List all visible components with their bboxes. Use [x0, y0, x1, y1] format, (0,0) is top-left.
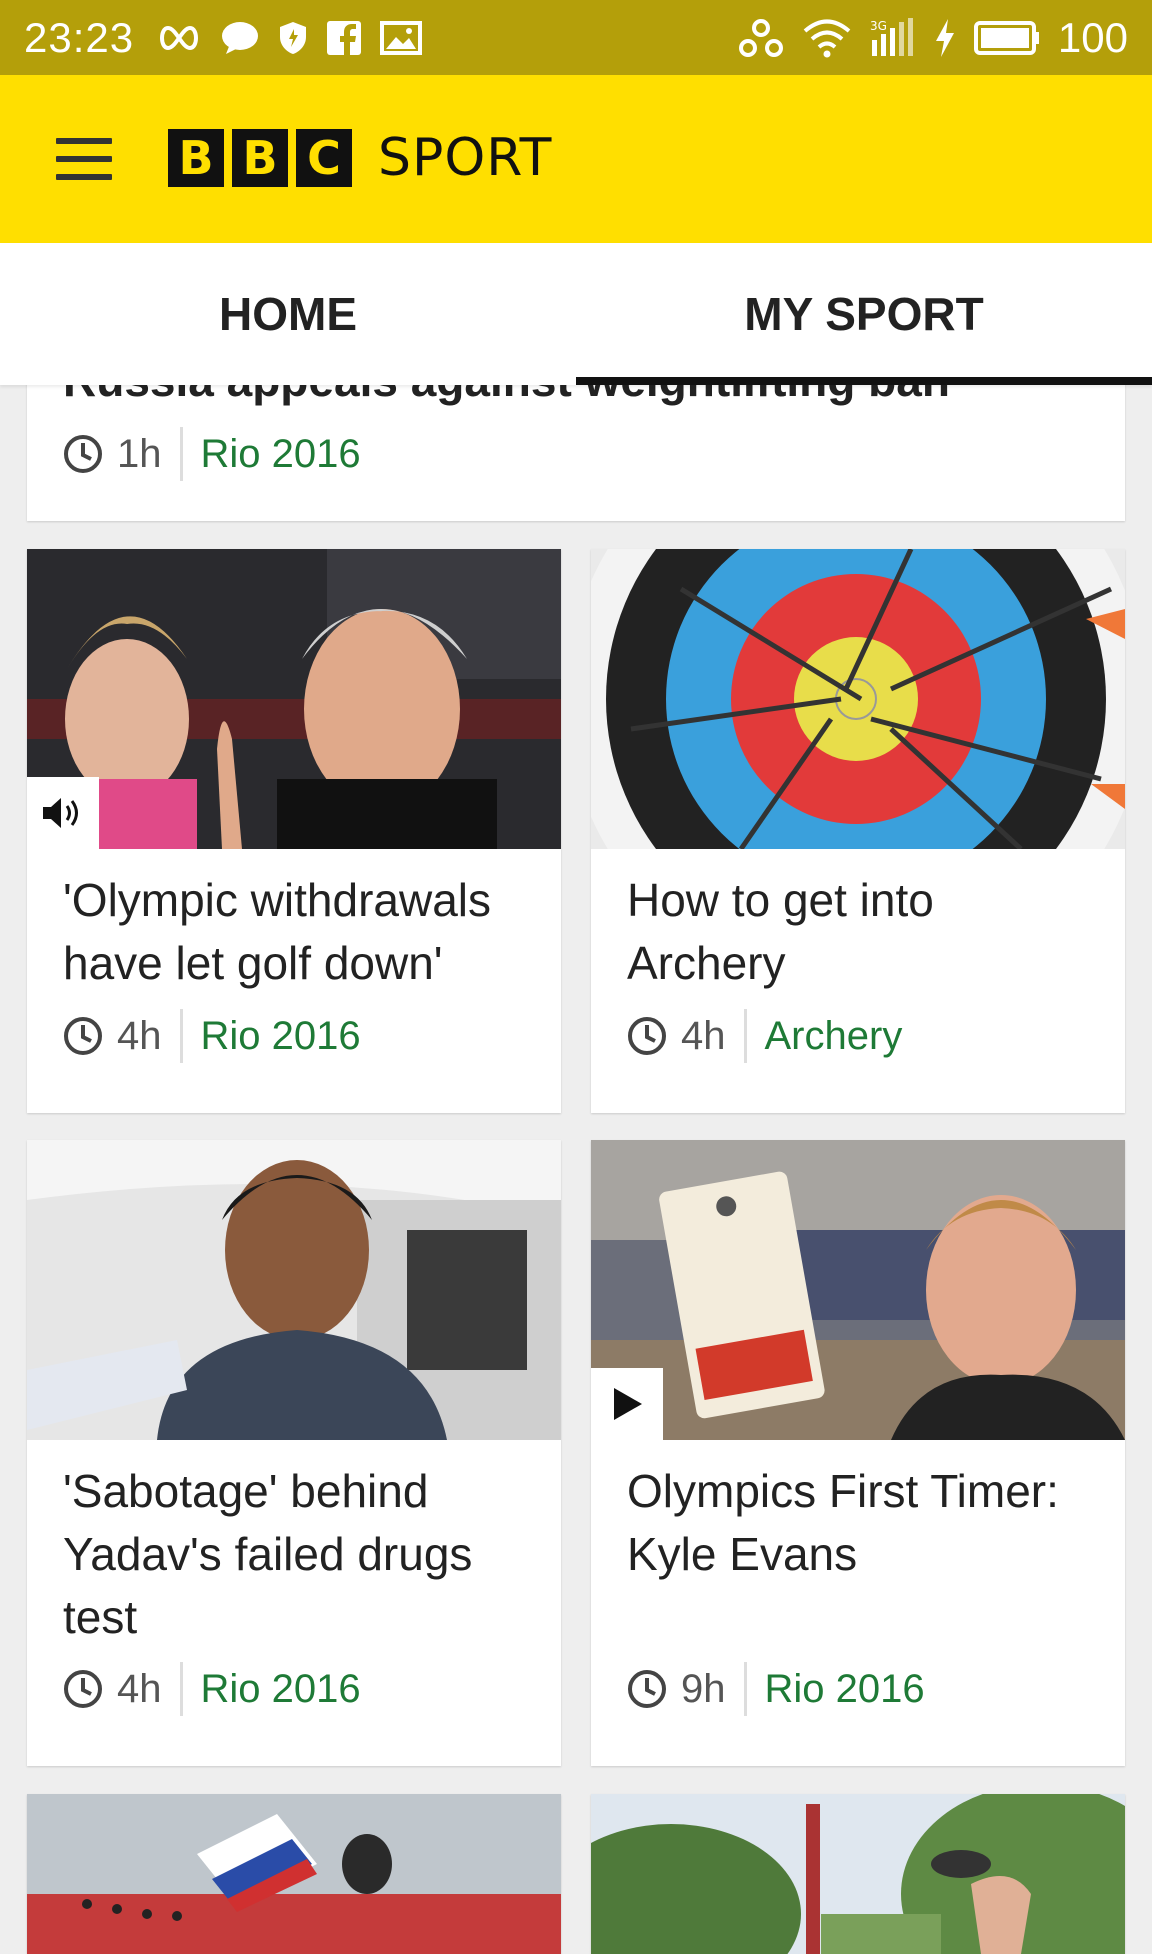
logo-letter: B	[232, 129, 288, 187]
logo-word: SPORT	[378, 128, 553, 188]
story-title: 'Olympic withdrawals have let golf down'	[63, 874, 491, 989]
story-image	[27, 1794, 561, 1954]
tab-bar: HOME MY SPORT	[0, 243, 1152, 385]
story-topic-link[interactable]: Rio 2016	[201, 432, 361, 477]
story-meta: 4h Archery	[627, 1009, 902, 1063]
story-title: Olympics First Timer: Kyle Evans	[627, 1465, 1059, 1580]
logo-letter: B	[168, 129, 224, 187]
clock-icon	[64, 1670, 102, 1708]
logo-letter: C	[296, 129, 352, 187]
story-image	[591, 1794, 1125, 1954]
story-title: How to get into Archery	[627, 874, 934, 989]
story-time: 4h	[117, 1013, 162, 1058]
story-time: 1h	[117, 431, 162, 476]
story-image	[591, 1140, 1125, 1440]
bbc-sport-logo[interactable]: B B C SPORT	[168, 128, 552, 188]
clock-icon	[64, 435, 102, 473]
video-badge	[591, 1368, 663, 1440]
story-meta: 4h Rio 2016	[63, 1009, 361, 1063]
clock-icon	[64, 1017, 102, 1055]
story-meta: 9h Rio 2016	[627, 1662, 925, 1716]
clock-icon	[628, 1017, 666, 1055]
tab-home[interactable]: HOME	[0, 243, 576, 385]
meta-divider	[743, 1662, 747, 1716]
story-topic-link[interactable]: Rio 2016	[201, 1667, 361, 1712]
story-title: 'Sabotage' behind Yadav's failed drugs t…	[63, 1465, 473, 1643]
story-card[interactable]: How to get into Archery 4h Archery	[591, 549, 1125, 1113]
audio-icon	[43, 798, 78, 828]
play-icon	[614, 1388, 642, 1420]
story-topic-link[interactable]: Archery	[765, 1014, 903, 1059]
story-meta: 1h Rio 2016	[63, 427, 361, 481]
meta-divider	[743, 1009, 747, 1063]
meta-divider	[179, 427, 183, 481]
story-image	[27, 549, 561, 849]
story-topic-link[interactable]: Rio 2016	[765, 1667, 925, 1712]
meta-divider	[179, 1009, 183, 1063]
meta-divider	[179, 1662, 183, 1716]
story-meta: 4h Rio 2016	[63, 1662, 361, 1716]
active-tab-indicator	[576, 377, 1152, 385]
audio-badge	[27, 777, 99, 849]
story-topic-link[interactable]: Rio 2016	[201, 1014, 361, 1059]
story-image	[591, 549, 1125, 849]
story-card[interactable]: 'Olympic withdrawals have let golf down'…	[27, 549, 561, 1113]
story-card[interactable]: Olympics First Timer: Kyle Evans 9h Rio …	[591, 1140, 1125, 1766]
story-time: 9h	[681, 1666, 726, 1711]
story-time: 4h	[681, 1013, 726, 1058]
story-card-partial[interactable]	[591, 1794, 1125, 1954]
app-header: B B C SPORT	[0, 75, 1152, 243]
story-image	[27, 1140, 561, 1440]
tab-my-sport[interactable]: MY SPORT	[576, 243, 1152, 385]
menu-icon[interactable]	[56, 138, 112, 180]
clock-icon	[628, 1670, 666, 1708]
story-card[interactable]: 'Sabotage' behind Yadav's failed drugs t…	[27, 1140, 561, 1766]
story-time: 4h	[117, 1666, 162, 1711]
story-card-partial[interactable]	[27, 1794, 561, 1954]
